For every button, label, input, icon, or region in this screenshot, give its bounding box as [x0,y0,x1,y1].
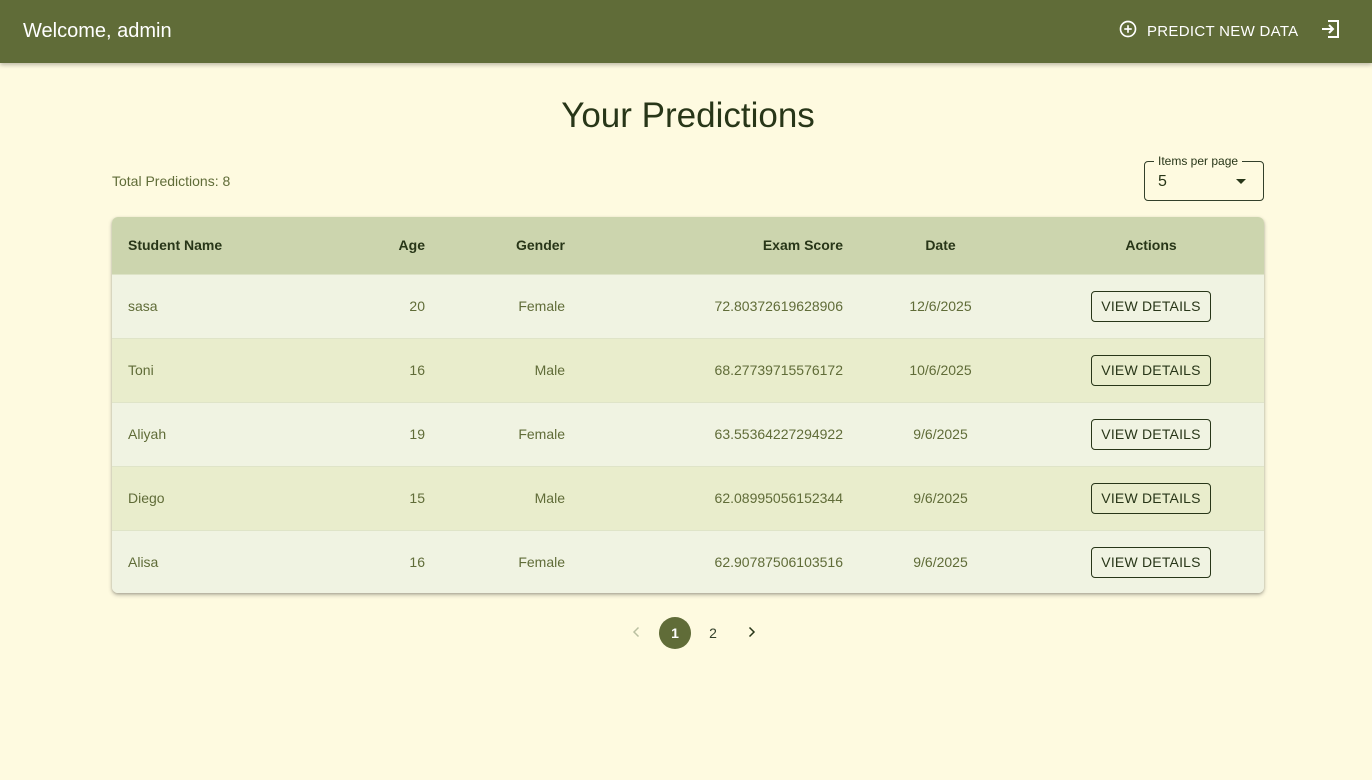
column-header-date: Date [843,217,1038,275]
cell-exam-score: 72.80372619628906 [565,274,843,339]
cell-student-name: Diego [112,466,302,531]
cell-actions: VIEW DETAILS [1038,402,1264,467]
app-bar: Welcome, admin PREDICT NEW DATA [0,0,1372,63]
cell-gender: Male [425,466,565,531]
welcome-text: Welcome, admin [23,20,172,42]
cell-age: 19 [302,402,425,467]
cell-age: 15 [302,466,425,531]
cell-date: 12/6/2025 [843,274,1038,339]
chevron-right-icon [742,623,760,644]
cell-actions: VIEW DETAILS [1038,530,1264,593]
previous-page-button[interactable] [621,617,653,649]
view-details-button[interactable]: VIEW DETAILS [1091,546,1211,578]
cell-age: 16 [409,554,425,571]
column-header-student-name: Student Name [112,217,302,275]
next-page-button[interactable] [735,617,767,649]
table-row: Diego 15 Male 62.08995056152344 9/6/2025… [112,466,1264,531]
column-header-age: Age [302,217,425,275]
cell-gender: Female [425,274,565,339]
cell-student-name: Toni [112,338,302,403]
cell-gender: Female [425,402,565,467]
cell-date: 10/6/2025 [843,338,1038,403]
column-header-exam-score: Exam Score [565,217,843,275]
items-per-page-value: 5 [1158,173,1167,190]
add-circle-icon [1118,19,1138,43]
cell-age: 16 [302,338,425,403]
cell-date: 9/6/2025 [843,466,1038,531]
predictions-table: Student Name Age Gender Exam Score Date … [112,217,1264,593]
table-row: sasa 20 Female 72.80372619628906 12/6/20… [112,274,1264,339]
page-title: Your Predictions [561,96,815,135]
predict-new-data-label: PREDICT NEW DATA [1147,22,1299,40]
cell-age: 20 [302,274,425,339]
table-row: Toni 16 Male 68.27739715576172 10/6/2025… [112,338,1264,403]
cell-student-name: sasa [112,274,302,339]
cell-date: 9/6/2025 [913,554,968,571]
cell-gender: Female [518,554,565,571]
cell-student-name: Aliyah [112,402,302,467]
logout-button[interactable] [1317,17,1345,45]
items-per-page-select[interactable]: Items per page 5 [1144,154,1264,201]
view-details-button[interactable]: VIEW DETAILS [1091,482,1211,514]
view-details-button[interactable]: VIEW DETAILS [1091,290,1211,322]
cell-exam-score: 62.08995056152344 [565,466,843,531]
cell-actions: VIEW DETAILS [1038,466,1264,531]
predict-new-data-button[interactable]: PREDICT NEW DATA [1110,14,1306,48]
pagination: 1 2 [618,617,770,649]
cell-exam-score: 68.27739715576172 [565,338,843,403]
cell-gender: Male [425,338,565,403]
column-header-actions: Actions [1038,217,1264,275]
view-details-button[interactable]: VIEW DETAILS [1091,418,1211,450]
page-button-2[interactable]: 2 [697,617,729,649]
table-row: Alisa 16 Female 62.90787506103516 9/6/20… [112,530,1264,593]
items-per-page-label: Items per page [1154,154,1243,168]
cell-actions: VIEW DETAILS [1038,274,1264,339]
total-predictions: Total Predictions: 8 [112,173,231,189]
column-header-gender: Gender [425,217,565,275]
cell-actions: VIEW DETAILS [1038,338,1264,403]
cell-exam-score: 62.90787506103516 [714,554,843,571]
cell-exam-score: 63.55364227294922 [565,402,843,467]
page-button-1[interactable]: 1 [659,617,691,649]
cell-student-name: Alisa [128,554,159,571]
cell-date: 9/6/2025 [843,402,1038,467]
logout-icon [1319,17,1343,46]
table-row: Aliyah 19 Female 63.55364227294922 9/6/2… [112,402,1264,467]
table-header-row: Student Name Age Gender Exam Score Date … [112,217,1264,275]
view-details-button[interactable]: VIEW DETAILS [1091,354,1211,386]
chevron-left-icon [628,623,646,644]
dropdown-arrow-icon [1236,179,1246,184]
main-container: Your Predictions Total Predictions: 8 It… [88,63,1288,780]
